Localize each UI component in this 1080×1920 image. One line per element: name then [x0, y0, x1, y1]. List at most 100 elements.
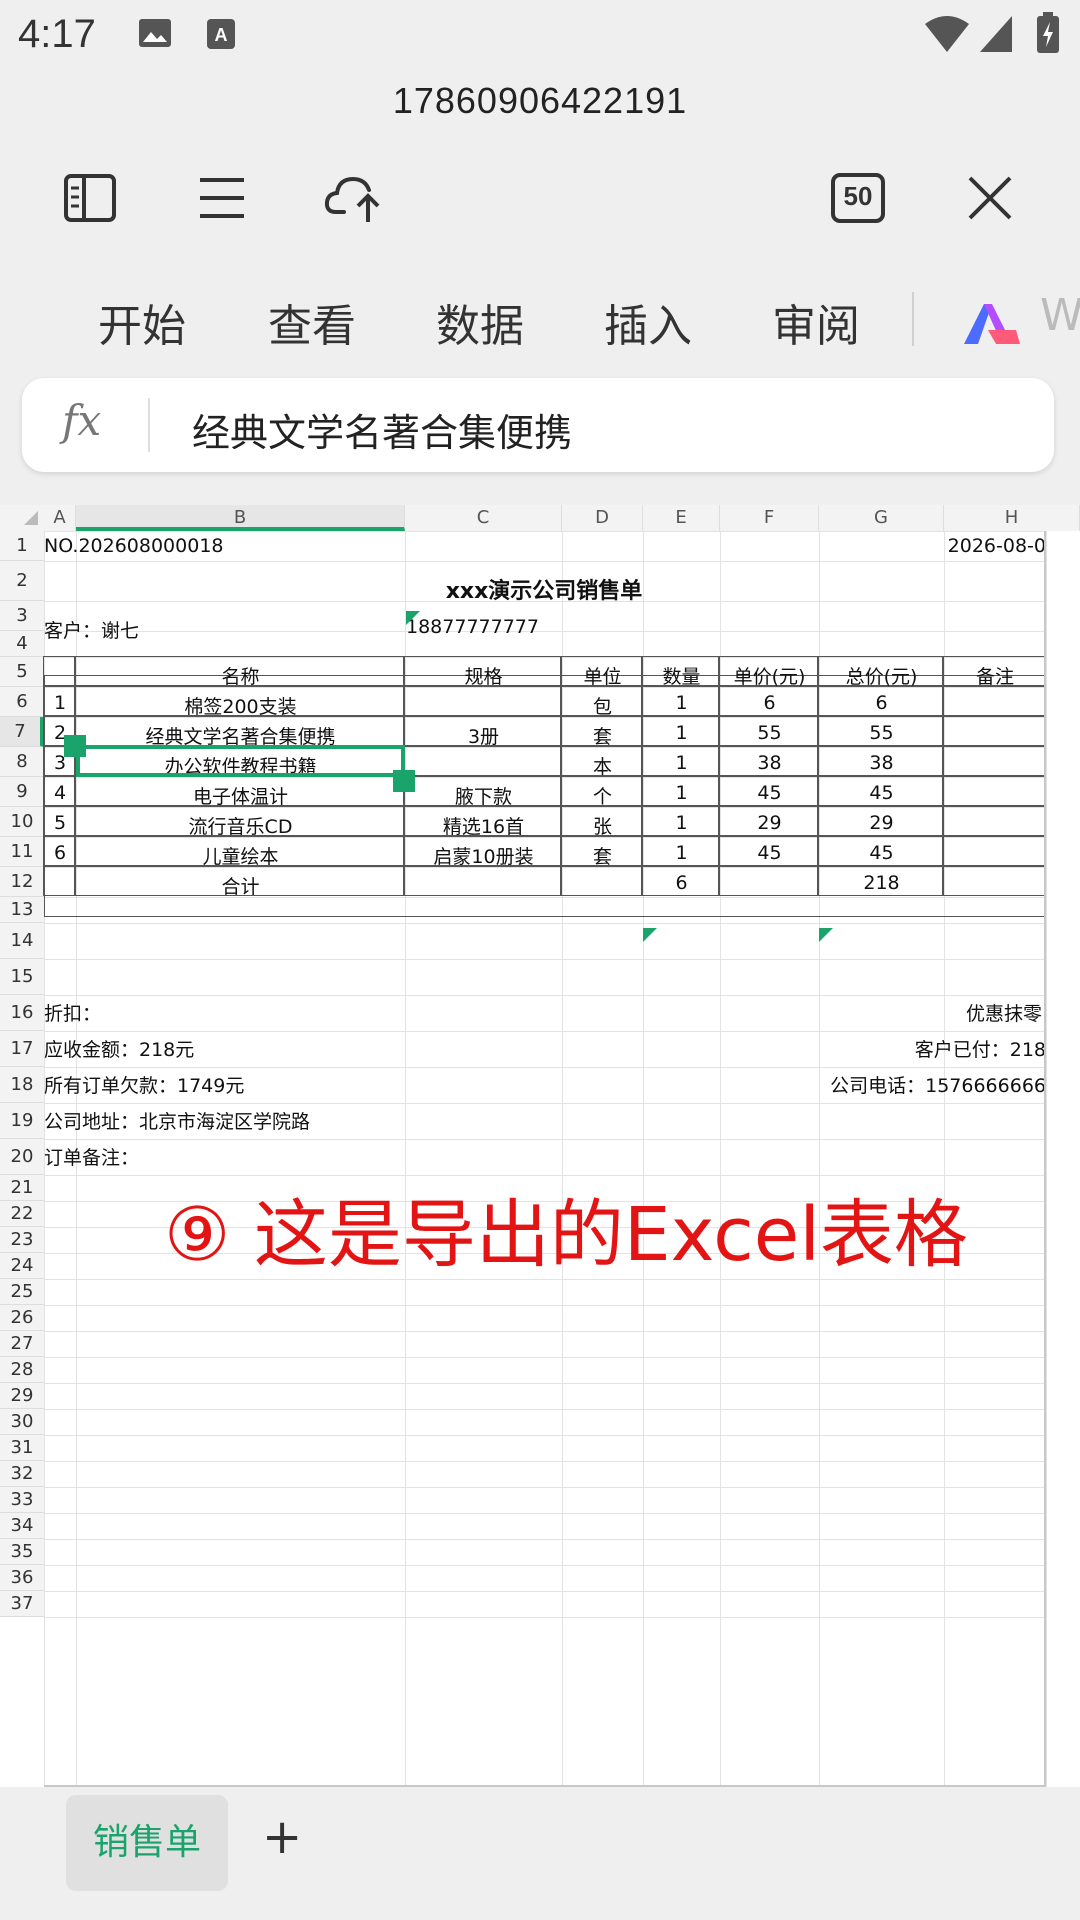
table-cell-border: [43, 656, 75, 686]
order-date: 2026-08-0: [947, 535, 1046, 557]
panel-icon[interactable]: [62, 170, 118, 226]
cellular-signal-icon: [978, 14, 1014, 58]
table-cell-border: [943, 866, 1045, 896]
sheet-tab-sales[interactable]: 销售单: [66, 1795, 228, 1891]
row-header[interactable]: 1: [0, 531, 44, 561]
total-amount: 218: [863, 872, 900, 894]
grid-line: [44, 1617, 1046, 1618]
column-header-e[interactable]: E: [643, 505, 720, 531]
cloud-upload-icon[interactable]: [324, 170, 386, 226]
selection-handle-start[interactable]: [64, 735, 86, 757]
row-header[interactable]: 22: [0, 1201, 44, 1227]
row-header[interactable]: 15: [0, 959, 44, 995]
close-icon[interactable]: [962, 170, 1018, 226]
receivable-amount: 应收金额：218元: [44, 1039, 195, 1061]
grid-line: [1046, 531, 1047, 1787]
row-header[interactable]: 37: [0, 1591, 44, 1617]
row-header[interactable]: 6: [0, 687, 44, 717]
item-total-price: 6: [875, 692, 888, 714]
grid-line: [44, 1305, 1046, 1306]
row-header[interactable]: 25: [0, 1279, 44, 1305]
item-quantity: 1: [675, 812, 688, 834]
tab-data[interactable]: 数据: [436, 290, 524, 354]
item-unit: 套: [592, 726, 612, 748]
item-name: 棉签200支装: [184, 696, 297, 718]
selected-cell[interactable]: [76, 745, 405, 777]
row-header[interactable]: 28: [0, 1357, 44, 1383]
comment-marker: [643, 928, 657, 942]
item-unit-price: 29: [757, 812, 782, 834]
grid-line: [44, 1031, 1046, 1032]
row-header[interactable]: 3: [0, 601, 44, 631]
item-quantity: 1: [675, 782, 688, 804]
row-header[interactable]: 10: [0, 807, 44, 837]
row-header[interactable]: 27: [0, 1331, 44, 1357]
item-number: 5: [53, 812, 67, 834]
formula-bar[interactable]: fx 经典文学名著合集便携: [22, 378, 1054, 472]
tab-review[interactable]: 审阅: [772, 290, 860, 354]
column-header-g[interactable]: G: [819, 505, 944, 531]
spreadsheet-grid[interactable]: A B C D E F G H 1 2 3 4 5 6 7 8 9 10 11 12 13 14 15 16 1…: [0, 505, 1080, 1787]
total-quantity: 6: [675, 872, 688, 894]
row-header[interactable]: 8: [0, 747, 44, 777]
row-header[interactable]: 30: [0, 1409, 44, 1435]
row-header[interactable]: 11: [0, 837, 44, 867]
document-title: 17860906422191: [392, 80, 688, 121]
tab-insert[interactable]: 插入: [604, 290, 692, 354]
row-header[interactable]: 7: [0, 717, 44, 747]
row-header[interactable]: 35: [0, 1539, 44, 1565]
row-header[interactable]: 20: [0, 1139, 44, 1175]
row-header[interactable]: 36: [0, 1565, 44, 1591]
column-header-f[interactable]: F: [720, 505, 819, 531]
row-header[interactable]: 9: [0, 777, 44, 807]
tab-view[interactable]: 查看: [268, 290, 356, 354]
row-header[interactable]: 29: [0, 1383, 44, 1409]
tab-more[interactable]: W: [1040, 290, 1080, 341]
column-header-a[interactable]: A: [44, 505, 76, 531]
item-number: 1: [53, 692, 67, 714]
grid-line: [44, 1461, 1046, 1462]
column-header-c[interactable]: C: [405, 505, 562, 531]
select-all-corner[interactable]: [0, 505, 44, 531]
row-header[interactable]: 17: [0, 1031, 44, 1067]
row-header[interactable]: 24: [0, 1253, 44, 1279]
formula-divider: [148, 398, 150, 452]
row-header[interactable]: 18: [0, 1067, 44, 1103]
column-header-d[interactable]: D: [562, 505, 643, 531]
row-header[interactable]: 2: [0, 561, 44, 601]
grid-line: [44, 1103, 1046, 1104]
tab-start[interactable]: 开始: [98, 290, 186, 354]
row-header[interactable]: 4: [0, 631, 44, 657]
row-header[interactable]: 23: [0, 1227, 44, 1253]
row-header[interactable]: 16: [0, 995, 44, 1031]
column-header-b[interactable]: B: [76, 505, 405, 531]
order-note: 订单备注：: [44, 1147, 140, 1169]
table-cell-border: [943, 776, 1045, 806]
row-header[interactable]: 21: [0, 1175, 44, 1201]
formula-input[interactable]: 经典文学名著合集便携: [192, 402, 572, 457]
row-header[interactable]: 31: [0, 1435, 44, 1461]
table-header-cell: 单价(元): [733, 666, 806, 688]
item-unit: 包: [592, 696, 612, 718]
row-header[interactable]: 19: [0, 1103, 44, 1139]
row-header[interactable]: 12: [0, 867, 44, 897]
grid-line: [44, 1487, 1046, 1488]
row-header[interactable]: 14: [0, 923, 44, 959]
row-header[interactable]: 26: [0, 1305, 44, 1331]
table-cell-border: [943, 836, 1045, 866]
row-header[interactable]: 33: [0, 1487, 44, 1513]
selection-handle-end[interactable]: [393, 770, 415, 792]
add-sheet-button[interactable]: +: [262, 1809, 302, 1865]
row-header[interactable]: 34: [0, 1513, 44, 1539]
grid-line: [44, 531, 1046, 532]
row-header[interactable]: 32: [0, 1461, 44, 1487]
tab-divider: [912, 292, 914, 346]
row-header[interactable]: 5: [0, 657, 44, 687]
sheet-count-button[interactable]: 50: [830, 170, 886, 226]
column-header-h[interactable]: H: [944, 505, 1080, 531]
row-header[interactable]: 13: [0, 897, 44, 923]
table-header-cell: 数量: [662, 666, 701, 688]
ai-logo-icon[interactable]: [962, 300, 1022, 350]
table-cell-border: [43, 866, 75, 896]
menu-icon[interactable]: [194, 170, 250, 226]
